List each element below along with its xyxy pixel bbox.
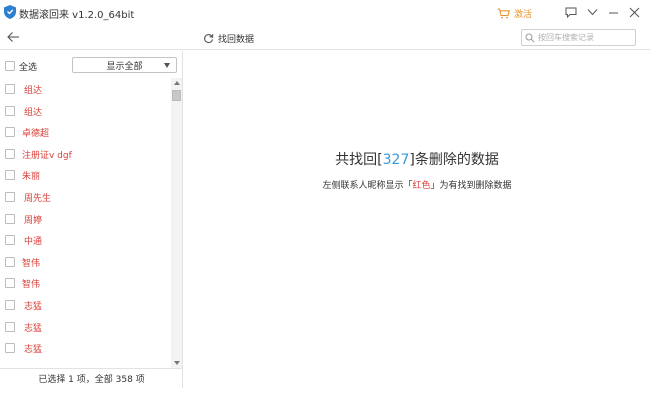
app-logo-icon	[4, 5, 16, 19]
title-bar: 数据滚回来 v1.2.0_64bit 激活	[0, 0, 650, 26]
item-checkbox[interactable]	[5, 256, 15, 267]
item-checkbox[interactable]	[5, 191, 15, 202]
hint-text: 左侧联系人昵称显示「红色」为有找到删除数据	[184, 178, 650, 191]
menu-button[interactable]	[584, 4, 600, 20]
list-item[interactable]: 志猛	[0, 316, 170, 338]
contact-name: 组达	[24, 86, 43, 96]
recover-data-label: 找回数据	[218, 34, 255, 45]
list-item[interactable]: 卓德超	[0, 121, 170, 143]
item-checkbox[interactable]	[5, 321, 15, 332]
close-icon	[629, 7, 639, 17]
list-item[interactable]: 注册证v dgf	[0, 143, 170, 165]
list-scrollbar[interactable]	[171, 78, 182, 368]
item-checkbox[interactable]	[5, 105, 15, 116]
list-item[interactable]: 周婷	[0, 208, 170, 230]
item-checkbox[interactable]	[5, 278, 15, 289]
contact-name: 中通	[24, 237, 43, 248]
arrow-left-icon	[7, 32, 19, 42]
scroll-up-icon[interactable]	[174, 81, 180, 85]
selection-status: 已选择 1 项，全部 358 项	[0, 368, 183, 388]
item-checkbox[interactable]	[5, 148, 15, 159]
item-checkbox[interactable]	[5, 299, 15, 310]
list-item[interactable]: 组达	[0, 100, 170, 122]
close-button[interactable]	[626, 4, 642, 20]
select-all-label: 全选	[19, 63, 38, 73]
contact-list-panel: 全选 显示全部 组达 组达 卓德超 注册证v dgf 朱丽 周先生 周婷 中通 …	[0, 51, 183, 388]
hint-prefix: 左侧联系人昵称显示「	[322, 181, 413, 191]
item-checkbox[interactable]	[5, 170, 15, 181]
list-item[interactable]: 朱丽	[0, 164, 170, 186]
item-checkbox[interactable]	[5, 213, 15, 224]
search-input[interactable]	[538, 33, 634, 42]
list-item[interactable]: 中通	[0, 229, 170, 251]
contact-name: 志猛	[24, 301, 43, 312]
feedback-button[interactable]	[563, 4, 579, 20]
recovered-count: 327	[382, 152, 410, 168]
contact-name: 卓德超	[22, 129, 50, 140]
dropdown-arrow-icon	[164, 63, 170, 68]
contact-name: 周婷	[24, 215, 43, 226]
item-checkbox[interactable]	[5, 235, 15, 246]
select-all-row: 全选 显示全部	[0, 51, 183, 77]
select-all-checkbox[interactable]	[5, 61, 15, 71]
item-checkbox[interactable]	[5, 343, 15, 354]
list-item[interactable]: 智伟	[0, 251, 170, 273]
minimize-icon	[608, 12, 618, 13]
contact-name: 志猛	[24, 323, 43, 334]
headline-suffix: ]条删除的数据	[409, 152, 499, 168]
list-item[interactable]: 智伟	[0, 272, 170, 294]
refresh-icon	[204, 33, 214, 43]
contact-name: 智伟	[22, 258, 41, 269]
contact-name: 周先生	[24, 193, 52, 204]
item-checkbox[interactable]	[5, 84, 15, 94]
toolbar: 找回数据	[0, 26, 650, 50]
contact-name: 朱丽	[22, 172, 41, 183]
activate-label: 激活	[514, 9, 533, 20]
headline-prefix: 共找回[	[335, 152, 383, 168]
message-icon	[565, 7, 577, 18]
contact-name: 智伟	[22, 280, 41, 291]
contact-list: 组达 组达 卓德超 注册证v dgf 朱丽 周先生 周婷 中通 智伟 智伟 志猛…	[0, 78, 170, 368]
filter-value: 显示全部	[106, 61, 143, 72]
contact-name: 组达	[24, 107, 43, 118]
search-icon	[525, 33, 535, 43]
chevron-down-icon	[587, 9, 597, 16]
activate-button[interactable]: 激活	[497, 5, 532, 21]
item-checkbox[interactable]	[5, 127, 15, 138]
minimize-button[interactable]	[605, 4, 621, 20]
scroll-thumb[interactable]	[172, 90, 181, 101]
hint-suffix: 」为有找到删除数据	[430, 181, 512, 191]
recover-data-button[interactable]: 找回数据	[203, 30, 254, 46]
hint-red-word: 红色	[412, 181, 431, 191]
scroll-down-icon[interactable]	[174, 361, 180, 365]
cart-icon	[497, 7, 510, 18]
search-box[interactable]	[521, 29, 636, 46]
app-title: 数据滚回来 v1.2.0_64bit	[19, 10, 135, 21]
contact-name: 志猛	[24, 345, 43, 356]
list-item[interactable]: 周先生	[0, 186, 170, 208]
list-item[interactable]: 志猛	[0, 337, 170, 359]
result-panel: 共找回[327]条删除的数据 左侧联系人昵称显示「红色」为有找到删除数据	[184, 51, 650, 388]
filter-dropdown[interactable]: 显示全部	[72, 57, 177, 73]
contact-name: 注册证v dgf	[22, 150, 72, 161]
back-button[interactable]	[6, 30, 22, 46]
list-item[interactable]: 组达	[0, 78, 170, 100]
list-item[interactable]: 志猛	[0, 294, 170, 316]
recovered-count-headline: 共找回[327]条删除的数据	[184, 149, 650, 169]
